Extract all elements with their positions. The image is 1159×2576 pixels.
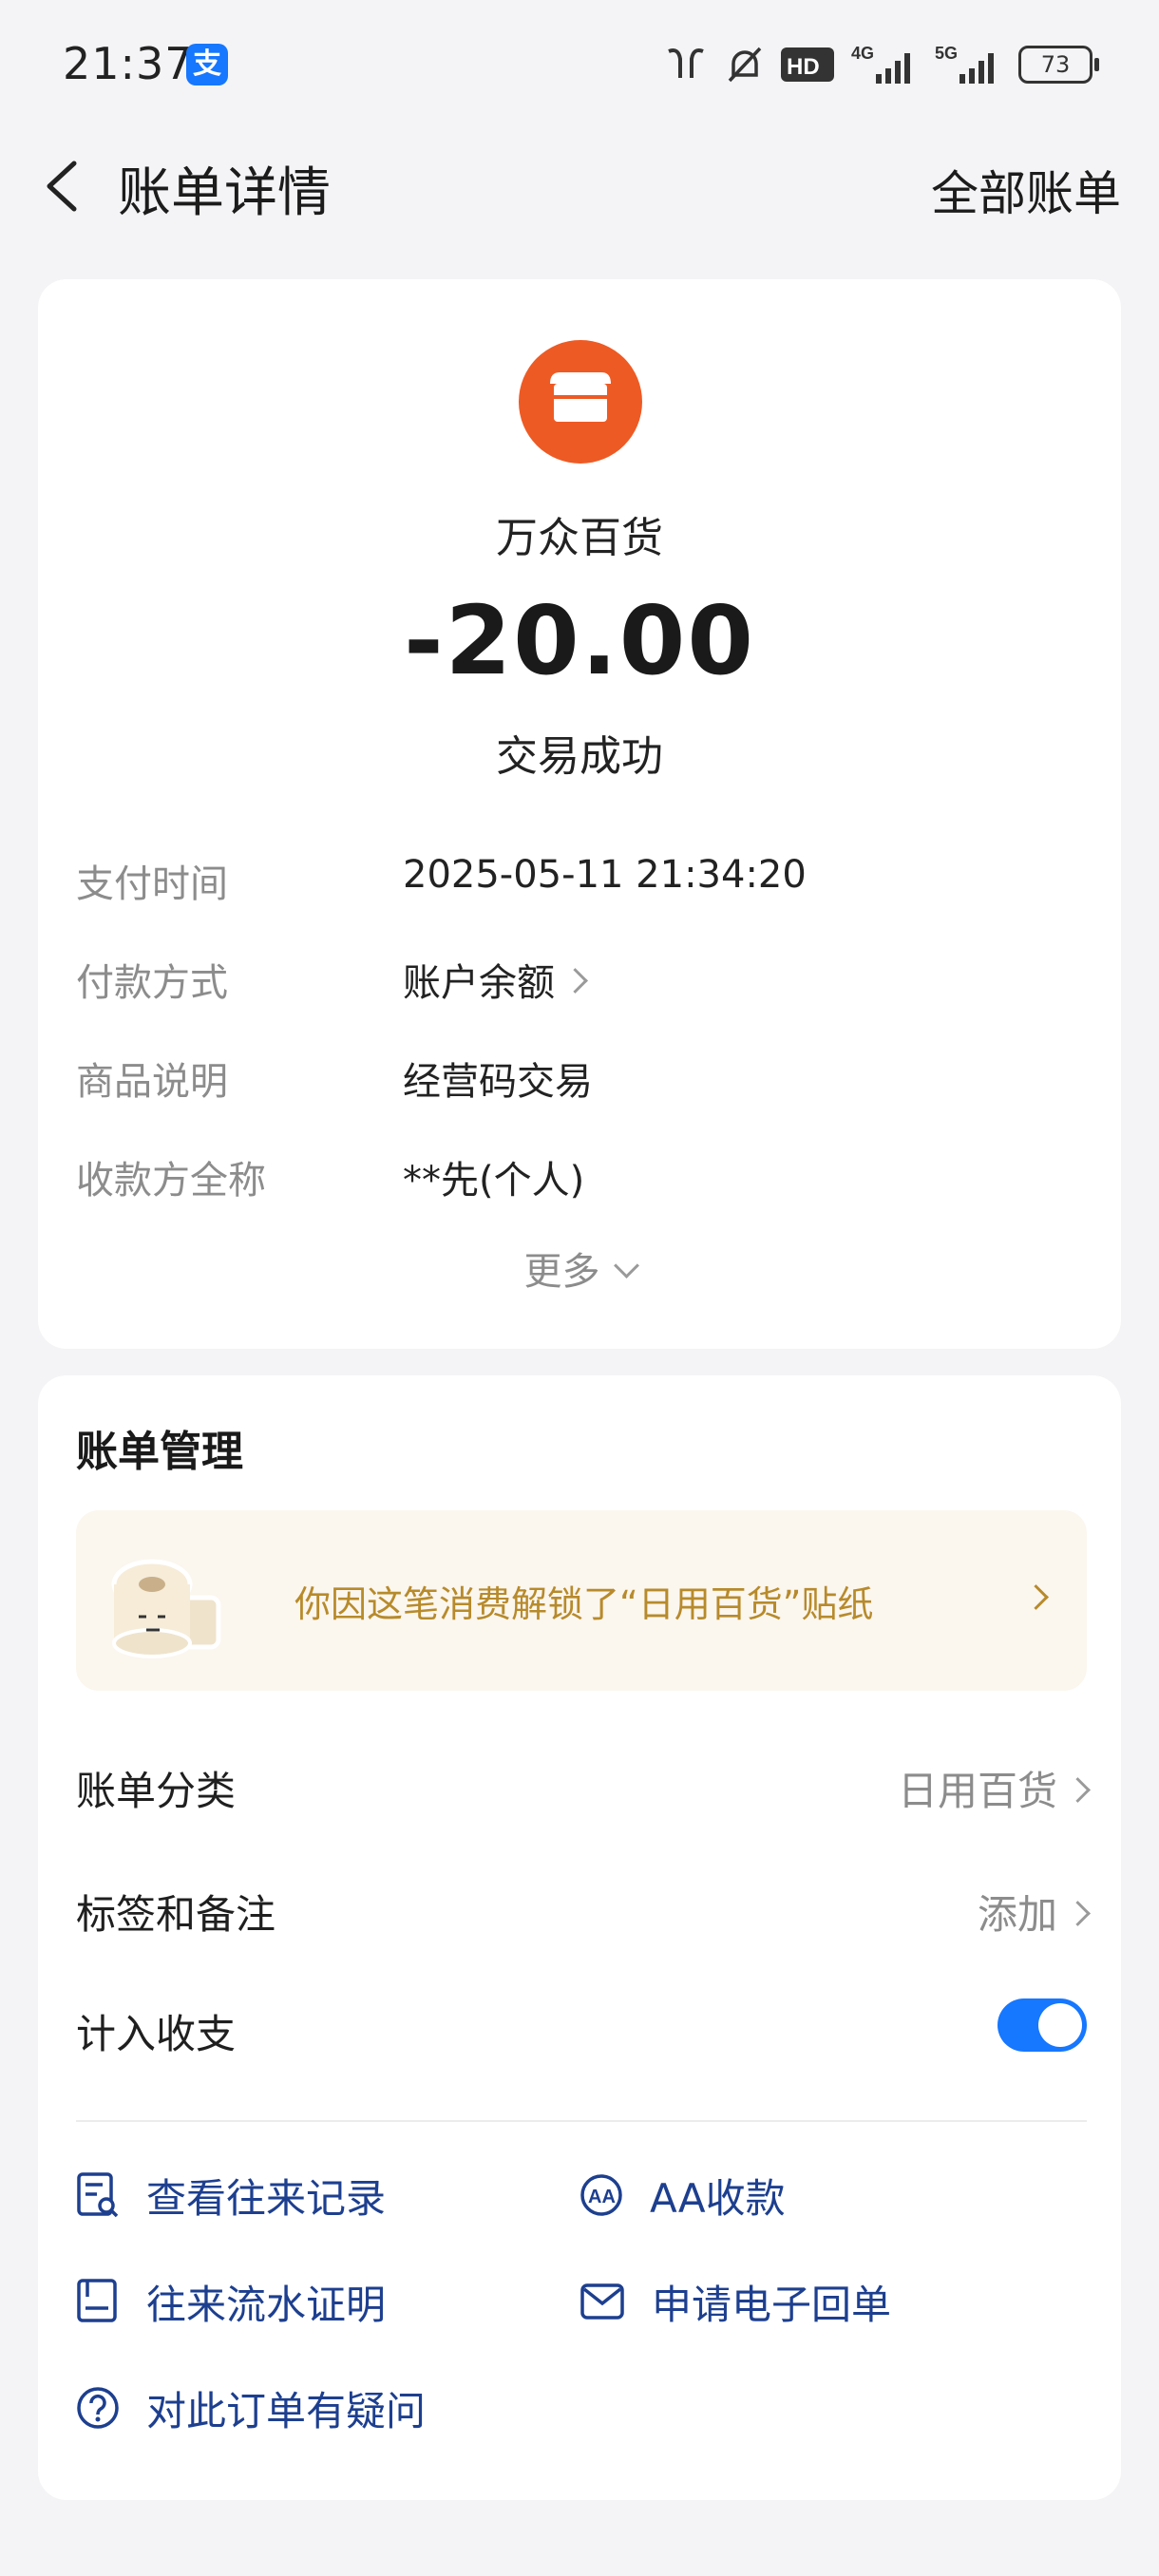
page-title: 账单详情 — [118, 162, 331, 224]
earbuds-icon — [668, 48, 704, 78]
detail-row-payment-method[interactable]: 付款方式 账户余额 — [76, 952, 1083, 1009]
envelope-icon — [580, 2283, 624, 2320]
signal-4g-icon: 4G — [851, 44, 910, 84]
record-search-icon — [77, 2172, 119, 2218]
transaction-proof-button[interactable]: 往来流水证明 — [76, 2268, 386, 2335]
status-bar: 21:37 支 HD 4G 5G 73 — [0, 0, 1159, 133]
category-value: 日用百货 — [897, 1759, 1091, 1817]
action-label: 申请电子回单 — [652, 2281, 892, 2328]
sticker-banner[interactable]: 你因这笔消费解锁了“日用百货”贴纸 — [76, 1510, 1087, 1691]
store-icon — [519, 340, 642, 464]
chevron-right-icon — [562, 968, 588, 994]
category-label: 账单分类 — [76, 1768, 237, 1814]
section-title: 账单管理 — [76, 1428, 243, 1476]
chevron-right-icon — [1023, 1584, 1049, 1610]
question-icon — [77, 2387, 119, 2429]
transaction-status: 交易成功 — [496, 732, 663, 781]
action-label: AA收款 — [650, 2174, 786, 2222]
back-arrow-icon[interactable] — [36, 158, 93, 215]
statement-icon — [77, 2279, 117, 2322]
shop-glyph-icon — [550, 372, 611, 422]
all-bills-link[interactable]: 全部账单 — [931, 156, 1121, 224]
amount: -20.00 — [404, 585, 755, 696]
detail-value: 2025-05-11 21:34:20 — [403, 853, 807, 897]
include-in-stats-row: 计入收支 — [76, 1998, 1087, 2069]
detail-value: 账户余额 — [403, 961, 555, 1005]
detail-value: **先(个人) — [403, 1159, 585, 1203]
detail-row-payee: 收款方全称 **先(个人) — [76, 1149, 1083, 1206]
toggle-knob — [1038, 2003, 1082, 2047]
action-label: 查看往来记录 — [146, 2174, 387, 2222]
svg-text:AA: AA — [588, 2187, 616, 2207]
hd-icon: HD — [781, 47, 834, 82]
bill-summary-card: 万众百货 -20.00 交易成功 支付时间 2025-05-11 21:34:2… — [38, 279, 1121, 1349]
tags-value: 添加 — [977, 1883, 1091, 1941]
toilet-paper-sticker-icon — [111, 1559, 221, 1658]
more-label: 更多 — [523, 1250, 600, 1294]
detail-label: 收款方全称 — [76, 1159, 266, 1203]
aa-icon: AA — [580, 2174, 622, 2216]
include-label: 计入收支 — [76, 2011, 237, 2057]
include-toggle[interactable] — [998, 1998, 1087, 2052]
more-button[interactable]: 更多 — [38, 1241, 1121, 1296]
action-label: 对此订单有疑问 — [146, 2387, 427, 2434]
detail-row-pay-time: 支付时间 2025-05-11 21:34:20 — [76, 853, 1083, 910]
divider — [76, 2120, 1087, 2122]
bill-category-row[interactable]: 账单分类 日用百货 — [76, 1759, 1091, 1826]
sticker-message: 你因这笔消费解锁了“日用百货”贴纸 — [294, 1583, 874, 1625]
chevron-down-icon — [613, 1253, 639, 1279]
signal-5g-icon: 5G — [935, 44, 994, 84]
status-time: 21:37 — [63, 38, 194, 89]
payment-method-value[interactable]: 账户余额 — [403, 952, 588, 1007]
tags-label: 标签和备注 — [76, 1891, 276, 1938]
e-receipt-button[interactable]: 申请电子回单 — [580, 2268, 891, 2335]
detail-value: 经营码交易 — [403, 1060, 593, 1104]
svg-text:4G: 4G — [851, 44, 874, 63]
action-label: 往来流水证明 — [146, 2281, 387, 2328]
aa-collect-button[interactable]: AA AA收款 — [580, 2162, 786, 2228]
svg-text:5G: 5G — [935, 44, 958, 63]
nav-bar: 账单详情 全部账单 — [0, 133, 1159, 237]
detail-label: 支付时间 — [76, 862, 228, 906]
status-icons: HD 4G 5G 73 — [663, 44, 1099, 85]
svg-text:HD: HD — [787, 54, 820, 80]
category-text: 日用百货 — [897, 1768, 1057, 1814]
merchant-name: 万众百货 — [496, 514, 663, 562]
battery-icon: 73 — [1018, 46, 1099, 84]
chevron-right-icon — [1065, 1777, 1091, 1803]
detail-row-item-desc: 商品说明 经营码交易 — [76, 1051, 1083, 1108]
alipay-icon: 支 — [186, 44, 228, 85]
detail-label: 付款方式 — [76, 961, 228, 1005]
chevron-right-icon — [1065, 1901, 1091, 1926]
detail-label: 商品说明 — [76, 1060, 228, 1104]
tags-notes-row[interactable]: 标签和备注 添加 — [76, 1883, 1091, 1949]
bill-management-card: 账单管理 你因这笔消费解锁了“日用百货”贴纸 账单分类 日用百货 标签和备注 添… — [38, 1375, 1121, 2500]
view-history-button[interactable]: 查看往来记录 — [76, 2162, 386, 2228]
tags-text: 添加 — [977, 1891, 1057, 1938]
mute-bell-icon — [728, 47, 762, 83]
order-question-button[interactable]: 对此订单有疑问 — [76, 2375, 426, 2441]
